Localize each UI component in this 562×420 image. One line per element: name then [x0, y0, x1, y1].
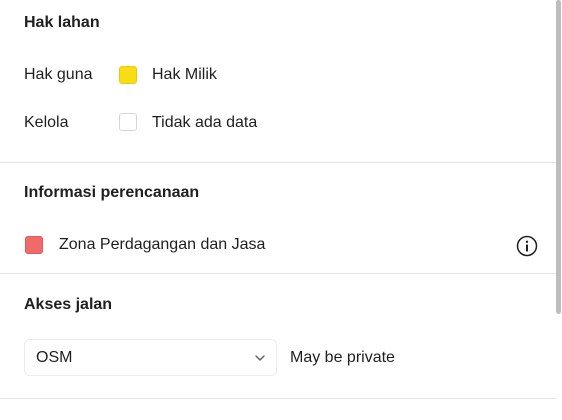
road-data-source-select[interactable]: OSM [24, 339, 277, 376]
scrollbar[interactable] [556, 0, 561, 314]
hak-milik-swatch [119, 66, 137, 84]
road-access-status: May be private [290, 349, 395, 366]
section-title-planning: Informasi perencanaan [24, 184, 200, 201]
land-info-panel: Hak lahan Hak guna Hak Milik Kelola Tida… [0, 0, 562, 420]
land-right-key-hak-guna: Hak guna [24, 66, 93, 83]
section-title-land-rights: Hak lahan [24, 14, 100, 31]
chevron-down-icon [255, 355, 265, 361]
zone-label: Zona Perdagangan dan Jasa [59, 236, 266, 253]
section-divider [0, 162, 556, 163]
zone-color-swatch [25, 236, 43, 254]
info-circle-icon[interactable] [516, 235, 538, 257]
land-right-value-hak-milik: Hak Milik [152, 66, 217, 83]
road-data-source-value: OSM [36, 349, 73, 366]
no-data-swatch [119, 113, 137, 131]
section-title-road-access: Akses jalan [24, 296, 113, 313]
land-right-key-kelola: Kelola [24, 114, 69, 131]
section-divider [0, 398, 556, 399]
section-divider [0, 273, 556, 274]
land-right-value-no-data: Tidak ada data [152, 114, 258, 131]
